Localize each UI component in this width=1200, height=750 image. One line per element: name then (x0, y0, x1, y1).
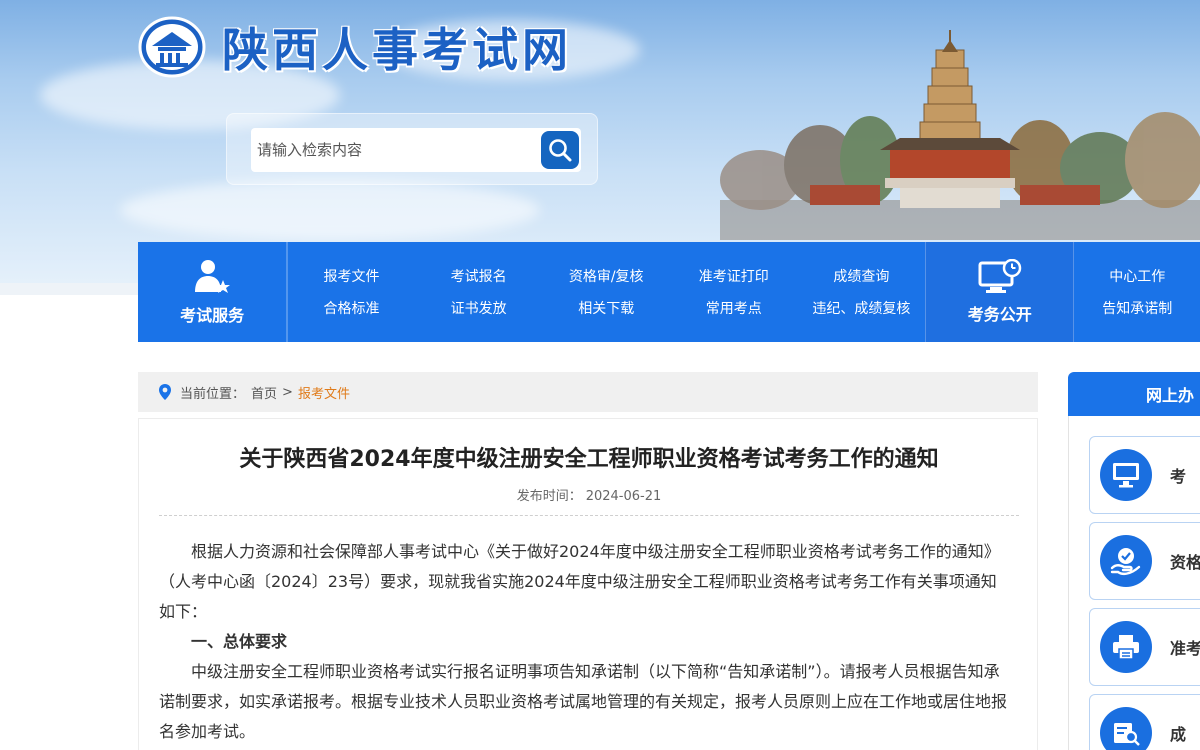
article-title: 关于陕西省2024年度中级注册安全工程师职业资格考试考务工作的通知 (239, 447, 939, 472)
main-nav: 考试服务 报考文件 合格标准 考试报名 证书发放 资格审/复核 相关下载 准考证… (138, 242, 1200, 342)
nav-exam-affairs[interactable]: 考务公开 (925, 242, 1075, 342)
hand-check-icon (1100, 535, 1152, 587)
search-button[interactable] (541, 131, 579, 169)
publish-label: 发布时间： (516, 489, 582, 504)
article-divider (159, 515, 1019, 516)
nav-link-apply-docs[interactable]: 报考文件 (324, 266, 380, 286)
search-box (251, 128, 581, 172)
nav-link-qualification-review[interactable]: 资格审/复核 (569, 266, 644, 286)
nav-link-exam-registration[interactable]: 考试报名 (451, 266, 507, 286)
sidebar-card-label: 考 (1170, 467, 1187, 486)
article-body: 根据人力资源和社会保障部人事考试中心《关于做好2024年度中级注册安全工程师职业… (159, 537, 1007, 747)
nav-column: 报考文件 合格标准 (287, 242, 415, 342)
cloud-decoration (120, 180, 540, 240)
search-panel (226, 113, 598, 185)
nav-column: 准考证打印 常用考点 (670, 242, 798, 342)
search-icon (549, 139, 572, 162)
breadcrumb-home-link[interactable]: 首页 (251, 383, 277, 402)
user-star-icon (195, 260, 231, 293)
article-panel: 关于陕西省2024年度中级注册安全工程师职业资格考试考务工作的通知 发布时间： 2… (138, 418, 1038, 750)
nav-exam-affairs-label: 考务公开 (967, 305, 1032, 324)
location-pin-icon (159, 384, 171, 400)
pagoda-scene-image (660, 0, 1200, 240)
sidebar-card-label: 准考 (1170, 639, 1200, 658)
nav-link-notice-commitment[interactable]: 告知承诺制 (1102, 298, 1172, 318)
article-meta: 发布时间： 2024-06-21 (139, 485, 1039, 504)
nav-exam-service-label: 考试服务 (180, 306, 245, 325)
site-title: 陕西人事考试网 (222, 23, 572, 77)
sidebar-card-label: 成 (1170, 725, 1187, 744)
nav-link-score-query[interactable]: 成绩查询 (833, 266, 889, 286)
nav-column: 考试报名 证书发放 (415, 242, 543, 342)
article-paragraph: 根据人力资源和社会保障部人事考试中心《关于做好2024年度中级注册安全工程师职业… (159, 542, 1000, 621)
publish-date: 2024-06-21 (585, 489, 662, 504)
site-logo[interactable]: 陕西人事考试网 (138, 14, 572, 80)
nav-link-downloads[interactable]: 相关下载 (578, 298, 634, 318)
nav-link-score-review[interactable]: 违纪、成绩复核 (812, 298, 910, 318)
sidebar-header: 网上办 (1068, 372, 1200, 416)
sidebar-card-label: 资格 (1170, 553, 1200, 572)
nav-link-center-work[interactable]: 中心工作 (1109, 266, 1165, 286)
sidebar-card-admission[interactable]: 准考 (1089, 608, 1200, 686)
sidebar-card-exam[interactable]: 考 (1089, 436, 1200, 514)
nav-column: 资格审/复核 相关下载 (542, 242, 670, 342)
article-paragraph: 中级注册安全工程师职业资格考试实行报名证明事项告知承诺制（以下简称“告知承诺制”… (159, 662, 1008, 741)
breadcrumb-prefix: 当前位置： (180, 386, 246, 402)
article-section-heading: 一、总体要求 (191, 632, 288, 651)
sidebar-card-qualification[interactable]: 资格 (1089, 522, 1200, 600)
breadcrumb-current-link[interactable]: 报考文件 (298, 383, 350, 402)
printer-icon (1100, 621, 1152, 673)
sidebar-card-score[interactable]: 成 (1089, 694, 1200, 750)
breadcrumb: 当前位置： 首页 > 报考文件 (138, 372, 1038, 412)
search-list-icon (1100, 707, 1152, 750)
nav-column: 中心工作 告知承诺制 (1074, 242, 1200, 342)
search-input[interactable] (251, 128, 531, 172)
nav-column: 成绩查询 违纪、成绩复核 (798, 242, 926, 342)
emblem-icon (138, 16, 206, 78)
nav-link-pass-standard[interactable]: 合格标准 (324, 298, 380, 318)
monitor-icon (1100, 449, 1152, 501)
breadcrumb-separator: > (282, 384, 293, 400)
monitor-clock-icon (978, 259, 1022, 293)
nav-exam-service[interactable]: 考试服务 (138, 242, 288, 342)
nav-link-certificate-issue[interactable]: 证书发放 (451, 298, 507, 318)
nav-link-admission-print[interactable]: 准考证打印 (699, 266, 769, 286)
sidebar-panel: 考 资格 准考 成 (1068, 416, 1200, 750)
nav-link-exam-sites[interactable]: 常用考点 (706, 298, 762, 318)
